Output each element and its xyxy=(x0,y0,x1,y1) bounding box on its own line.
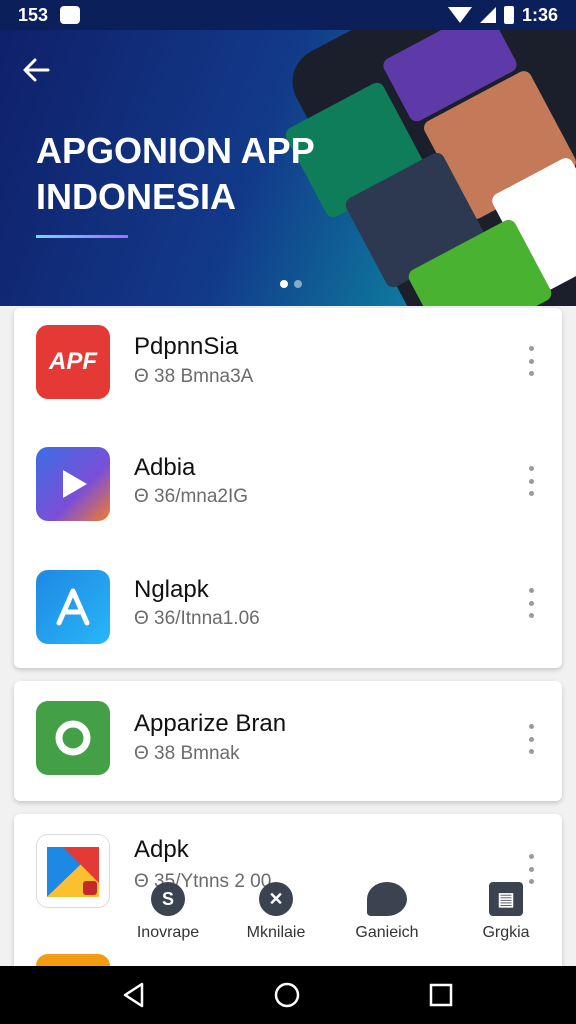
title-line-2: INDONESIA xyxy=(36,176,237,217)
app-meta: Θ 38 Bmnak xyxy=(134,743,240,764)
more-options-icon[interactable] xyxy=(522,466,540,496)
app-list-card: Apparize Bran Θ 38 Bmnak xyxy=(14,681,562,801)
app-list-card: APF PdpnnSia Θ 38 Bmna3A Adbia Θ 36/mna2… xyxy=(14,308,562,668)
app-meta: Θ 36/Itnna1.06 xyxy=(134,608,260,629)
app-name: Nglapk xyxy=(134,576,209,603)
app-meta: Θ 36/mna2IG xyxy=(134,486,249,507)
status-bar: 153 1:36 xyxy=(0,0,576,30)
bottom-nav-item[interactable]: ✕ Mknilaie xyxy=(221,882,331,942)
wifi-icon xyxy=(447,7,472,23)
carousel-dots[interactable] xyxy=(280,280,302,288)
bottom-nav-label: Inovrape xyxy=(136,924,200,941)
list-item[interactable]: Adbia Θ 36/mna2IG xyxy=(14,428,562,548)
bottom-navigation: S Inovrape ✕ Mknilaie Ganieich ▤ Grgkia xyxy=(0,882,576,952)
bottom-nav-item[interactable]: S Inovrape xyxy=(113,882,223,942)
system-nav-bar xyxy=(0,966,576,1024)
app-meta: Θ 38 Bmna3A xyxy=(134,366,254,387)
bottom-nav-label: Grgkia xyxy=(482,924,530,941)
status-left-text: 153 xyxy=(18,4,49,25)
list-item[interactable]: Apparize Bran Θ 38 Bmnak xyxy=(14,681,562,801)
list-item[interactable]: APF PdpnnSia Θ 38 Bmna3A xyxy=(14,308,562,428)
notification-icon xyxy=(60,6,81,24)
title-line-1: APGONION APP xyxy=(36,130,315,171)
app-name: Apparize Bran xyxy=(134,710,287,737)
calendar-icon: ▤ xyxy=(489,882,523,916)
signal-icon xyxy=(479,7,496,23)
status-time: 1:36 xyxy=(521,4,558,25)
chat-icon xyxy=(367,882,407,916)
x-circle-icon: ✕ xyxy=(259,882,293,916)
app-icon xyxy=(36,570,110,644)
bottom-nav-item[interactable]: Ganieich xyxy=(332,882,442,942)
s-circle-icon: S xyxy=(151,882,185,916)
app-badge-text: APF xyxy=(49,348,97,375)
list-item[interactable]: Nglapk Θ 36/Itnna1.06 xyxy=(14,548,562,668)
more-options-icon[interactable] xyxy=(522,854,540,884)
hero-banner: APGONION APP INDONESIA xyxy=(0,30,576,306)
bottom-nav-label: Mknilaie xyxy=(246,924,306,941)
page-title: APGONION APP INDONESIA xyxy=(36,128,336,220)
app-icon xyxy=(36,447,110,521)
battery-icon xyxy=(503,6,514,24)
bottom-nav-label: Ganieich xyxy=(355,924,419,941)
play-icon xyxy=(63,470,87,498)
home-circle-icon[interactable] xyxy=(273,981,301,1009)
ring-icon xyxy=(55,720,91,756)
app-name: PdpnnSia xyxy=(134,333,239,360)
more-options-icon[interactable] xyxy=(522,724,540,754)
carousel-dot-active[interactable] xyxy=(280,280,288,288)
back-arrow-icon[interactable] xyxy=(20,54,52,86)
app-icon: APF xyxy=(36,325,110,399)
more-options-icon[interactable] xyxy=(522,346,540,376)
bottom-nav-item[interactable]: ▤ Grgkia xyxy=(451,882,561,942)
letter-a-icon xyxy=(56,588,90,626)
app-name: Adbia xyxy=(134,454,196,481)
back-triangle-icon[interactable] xyxy=(120,981,148,1009)
recents-square-icon[interactable] xyxy=(427,981,455,1009)
carousel-dot[interactable] xyxy=(294,280,302,288)
more-options-icon[interactable] xyxy=(522,588,540,618)
app-icon xyxy=(36,701,110,775)
app-name: Adpk xyxy=(134,836,189,863)
title-underline xyxy=(36,235,128,238)
